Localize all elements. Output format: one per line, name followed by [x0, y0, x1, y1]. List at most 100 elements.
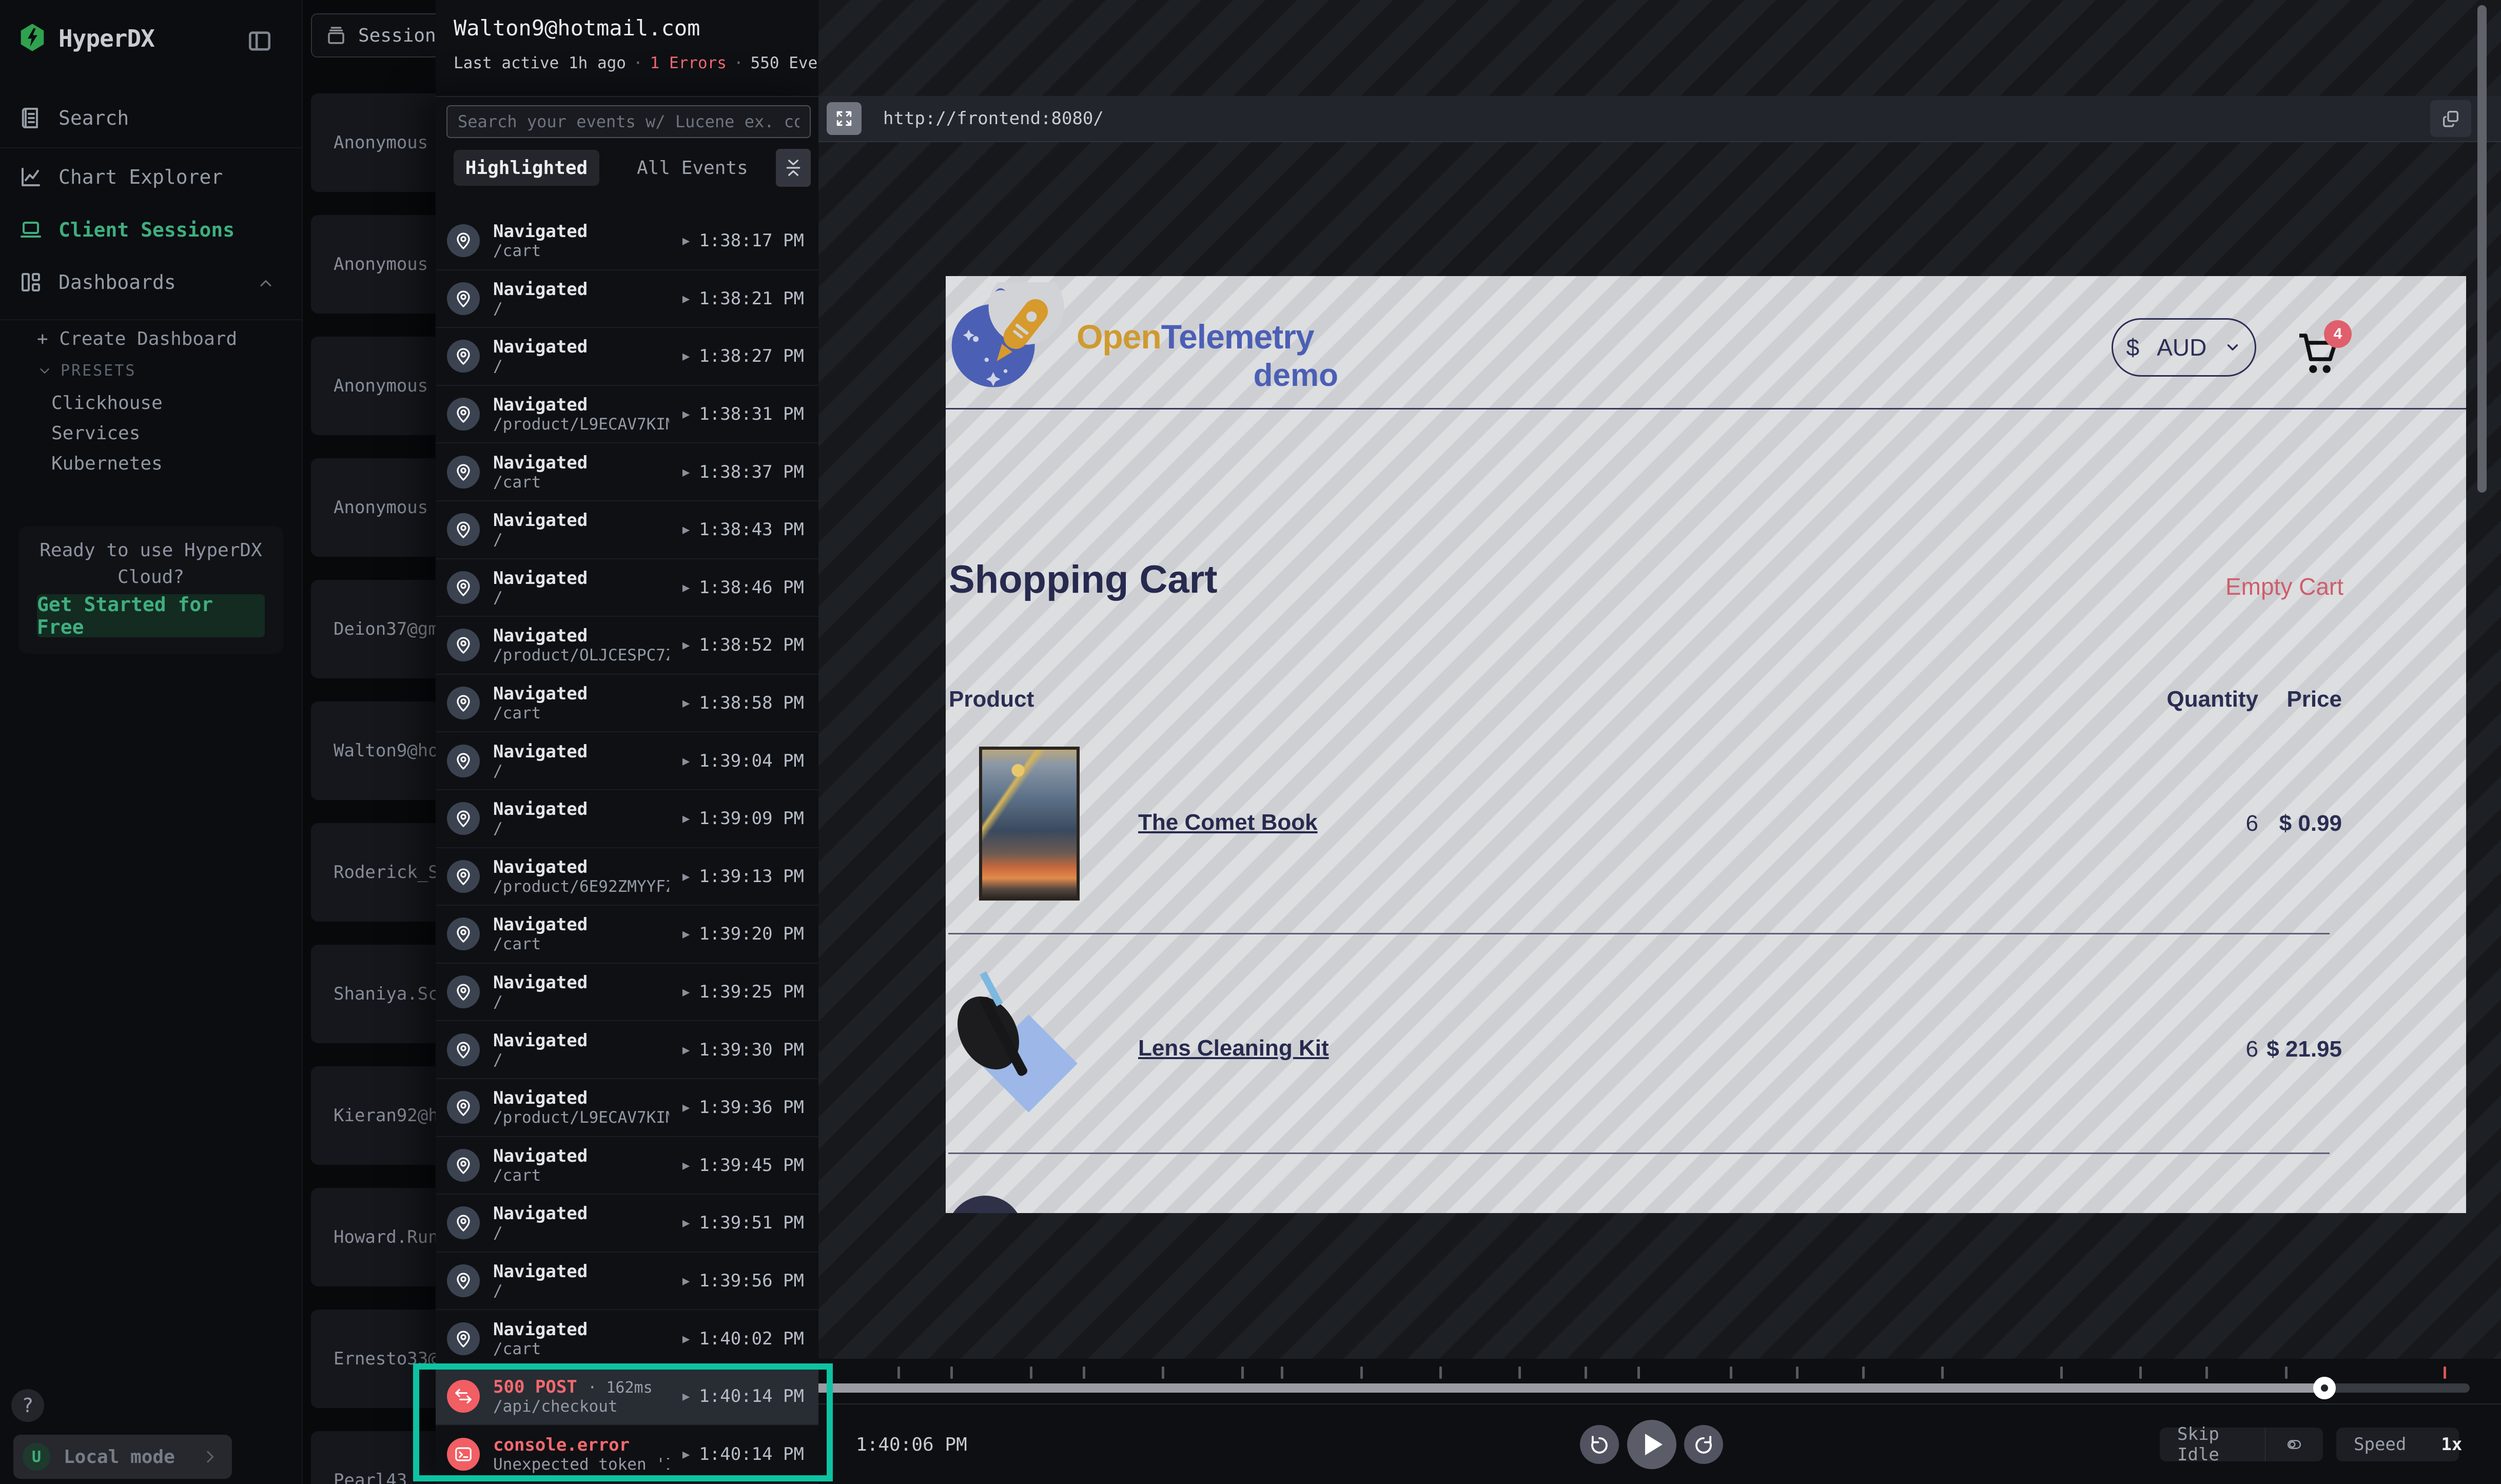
play-from-here-icon[interactable]: ▶	[682, 1274, 690, 1288]
play-button[interactable]	[1627, 1420, 1676, 1469]
scrollbar[interactable]	[2477, 5, 2487, 493]
session-list-item[interactable]: Deion37@gm	[311, 580, 436, 678]
play-from-here-icon[interactable]: ▶	[682, 985, 690, 999]
tab-highlighted[interactable]: Highlighted	[454, 150, 599, 186]
sidebar-item-chart-explorer[interactable]: Chart Explorer	[18, 158, 223, 196]
play-from-here-icon[interactable]: ▶	[682, 638, 690, 652]
create-dashboard-button[interactable]: + Create Dashboard	[37, 328, 237, 349]
session-list-item[interactable]: Ernesto33@	[311, 1310, 436, 1408]
play-from-here-icon[interactable]: ▶	[682, 1043, 690, 1057]
session-list-item[interactable]: Howard.Run	[311, 1188, 436, 1286]
event-row[interactable]: Navigated/▶1:38:27 PM	[436, 328, 818, 386]
event-row[interactable]: Navigated/▶1:38:46 PM	[436, 559, 818, 617]
speed-control[interactable]: Speed 1x	[2336, 1428, 2459, 1461]
app-logo[interactable]: HyperDX	[18, 23, 154, 54]
event-row[interactable]: 500 POST · 162ms/api/checkout▶1:40:14 PM	[436, 1368, 818, 1426]
play-from-here-icon[interactable]: ▶	[682, 696, 690, 710]
chevron-down-icon	[37, 363, 52, 379]
play-from-here-icon[interactable]: ▶	[682, 1389, 690, 1403]
event-row[interactable]: Navigated/▶1:39:25 PM	[436, 964, 818, 1022]
playhead-handle[interactable]	[2313, 1377, 2336, 1399]
event-row[interactable]: console.errorUnexpected token 'I'…▶1:40:…	[436, 1426, 818, 1483]
event-row[interactable]: Navigated/product/6E92ZMYYFZ▶1:39:13 PM	[436, 848, 818, 906]
session-list-item[interactable]: Anonymous	[311, 458, 436, 557]
play-from-here-icon[interactable]: ▶	[682, 1216, 690, 1230]
navigation-pin-icon	[447, 860, 480, 893]
currency-selector[interactable]: $ AUD	[2112, 318, 2256, 377]
sidebar-collapse-icon[interactable]	[245, 27, 276, 57]
copy-url-button[interactable]	[2430, 100, 2471, 137]
event-row[interactable]: Navigated/▶1:39:56 PM	[436, 1253, 818, 1311]
session-list-item[interactable]: Pearl43	[311, 1431, 436, 1484]
local-mode-button[interactable]: U Local mode	[13, 1435, 232, 1479]
event-row[interactable]: Navigated/cart▶1:40:02 PM	[436, 1310, 818, 1368]
play-from-here-icon[interactable]: ▶	[682, 580, 690, 595]
session-list-item[interactable]: Roderick_S	[311, 823, 436, 922]
event-time: 1:39:51 PM	[699, 1213, 804, 1233]
empty-cart-link[interactable]: Empty Cart	[2225, 573, 2343, 600]
product-link[interactable]: The Comet Book	[1138, 810, 1318, 835]
event-row[interactable]: Navigated/product/L9ECAV7KIM▶1:38:31 PM	[436, 386, 818, 444]
session-list-item[interactable]: Anonymous	[311, 93, 436, 192]
sidebar-item-dashboards[interactable]: Dashboards	[18, 263, 176, 301]
session-list-item[interactable]: Kieran92@h	[311, 1066, 436, 1165]
event-row[interactable]: Navigated/product/L9ECAV7KIM▶1:39:36 PM	[436, 1079, 818, 1137]
play-from-here-icon[interactable]: ▶	[682, 754, 690, 768]
cart-button[interactable]: 4	[2292, 321, 2349, 378]
product-link[interactable]: Lens Cleaning Kit	[1138, 1036, 1329, 1061]
laptop-icon	[18, 218, 43, 242]
play-from-here-icon[interactable]: ▶	[682, 927, 690, 941]
play-from-here-icon[interactable]: ▶	[682, 869, 690, 884]
event-row[interactable]: Navigated/▶1:39:51 PM	[436, 1195, 818, 1253]
sidebar-item-kubernetes[interactable]: Kubernetes	[51, 453, 163, 474]
navigation-pin-icon	[447, 513, 480, 546]
play-from-here-icon[interactable]: ▶	[682, 811, 690, 826]
presets-section-toggle[interactable]: PRESETS	[37, 362, 136, 380]
play-from-here-icon[interactable]: ▶	[682, 1100, 690, 1115]
event-row[interactable]: Navigated/cart▶1:38:58 PM	[436, 675, 818, 733]
opentelemetry-logo-text: OpenTelemetry	[1077, 317, 1314, 356]
forward-button[interactable]	[1684, 1425, 1723, 1464]
skip-idle-toggle[interactable]: Skip Idle	[2160, 1428, 2323, 1461]
event-row[interactable]: Navigated/product/OLJCESPC7Z▶1:38:52 PM	[436, 617, 818, 675]
play-from-here-icon[interactable]: ▶	[682, 349, 690, 363]
event-row[interactable]: Navigated/cart▶1:38:17 PM	[436, 212, 818, 270]
expand-button[interactable]	[827, 102, 862, 135]
play-from-here-icon[interactable]: ▶	[682, 1447, 690, 1461]
play-from-here-icon[interactable]: ▶	[682, 1332, 690, 1346]
event-row[interactable]: Navigated/cart▶1:38:37 PM	[436, 443, 818, 501]
play-from-here-icon[interactable]: ▶	[682, 1158, 690, 1173]
event-row[interactable]: Navigated/cart▶1:39:45 PM	[436, 1137, 818, 1195]
get-started-button[interactable]: Get Started for Free	[37, 594, 265, 637]
rewind-button[interactable]	[1580, 1425, 1619, 1464]
sidebar-item-client-sessions[interactable]: Client Sessions	[18, 211, 235, 249]
event-search-input[interactable]	[446, 105, 811, 138]
chevron-up-icon[interactable]	[257, 274, 275, 292]
session-list-item[interactable]: Walton9@ho	[311, 701, 436, 800]
toggle-icon	[2283, 1437, 2305, 1452]
session-list-item[interactable]: Anonymous	[311, 215, 436, 314]
event-row[interactable]: Navigated/▶1:39:09 PM	[436, 790, 818, 848]
event-row[interactable]: Navigated/▶1:38:21 PM	[436, 270, 818, 328]
help-button[interactable]: ?	[11, 1389, 44, 1422]
timeline-scrubber[interactable]	[818, 1383, 2470, 1393]
cloud-promo-card: Ready to use HyperDX Cloud? Get Started …	[18, 526, 283, 654]
play-from-here-icon[interactable]: ▶	[682, 291, 690, 306]
collapse-all-button[interactable]	[776, 149, 811, 187]
sidebar-item-search[interactable]: Search	[18, 99, 129, 137]
event-detail: Unexpected token 'I'…	[493, 1455, 669, 1474]
session-list-item[interactable]: Anonymous	[311, 337, 436, 435]
play-from-here-icon[interactable]: ▶	[682, 465, 690, 479]
play-from-here-icon[interactable]: ▶	[682, 407, 690, 421]
event-row[interactable]: Navigated/▶1:38:43 PM	[436, 501, 818, 559]
event-row[interactable]: Navigated/▶1:39:04 PM	[436, 732, 818, 790]
play-from-here-icon[interactable]: ▶	[682, 522, 690, 537]
session-list-item[interactable]: Shaniya.Sc	[311, 945, 436, 1043]
play-from-here-icon[interactable]: ▶	[682, 233, 690, 248]
tab-all-events[interactable]: All Events	[637, 150, 748, 186]
sessions-header-chip[interactable]: Sessions	[311, 13, 436, 57]
sidebar-item-services[interactable]: Services	[51, 423, 140, 444]
event-row[interactable]: Navigated/cart▶1:39:20 PM	[436, 906, 818, 964]
sidebar-item-clickhouse[interactable]: Clickhouse	[51, 393, 163, 414]
event-row[interactable]: Navigated/▶1:39:30 PM	[436, 1021, 818, 1079]
